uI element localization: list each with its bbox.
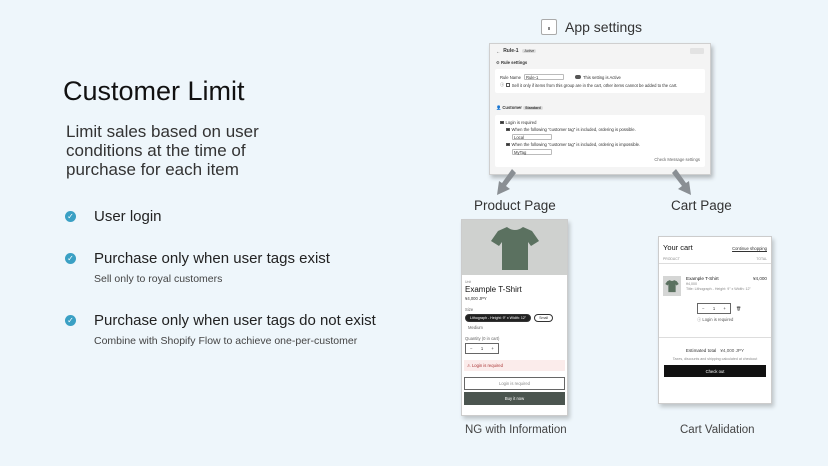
product-page-preview: Unit Example T-Shirt ¥4,000 JPY Size Lit… <box>461 219 568 416</box>
cart-quantity-stepper[interactable]: − 1 + <box>697 303 731 314</box>
cart-title: Your cart <box>663 243 693 252</box>
feature-label: Purchase only when user tags do not exis… <box>94 312 376 329</box>
warning-icon: ⚠ <box>467 363 471 368</box>
app-settings-label: App settings <box>565 19 643 35</box>
estimated-value: ¥4,000 JPY <box>720 348 745 353</box>
item-name[interactable]: Example T-Shirt <box>686 276 753 281</box>
tag-possible-checkbox[interactable] <box>506 127 510 132</box>
customer-badge: Standard <box>523 106 543 110</box>
sell-checkbox[interactable] <box>506 83 510 87</box>
tshirt-icon <box>665 280 679 293</box>
sell-text: Sell it only if items from this group ar… <box>511 82 678 88</box>
gear-icon: ⚙ <box>496 60 500 65</box>
tax-note: Taxes, discounts and shipping calculated… <box>672 357 758 361</box>
item-unit-price: ¥4,000 <box>686 282 697 286</box>
cart-item: Example T-Shirt ¥4,000 Title: Lithograph… <box>659 264 771 299</box>
minus-icon[interactable]: − <box>470 346 472 351</box>
info-icon: ⓘ <box>697 317 702 322</box>
feature-sub: Sell only to royal customers <box>94 273 223 285</box>
feature-user-login: ✓ User login <box>65 208 162 225</box>
check-circle-icon: ✓ <box>65 253 76 264</box>
quantity-stepper[interactable]: − 1 + <box>465 343 499 354</box>
plus-icon[interactable]: + <box>491 346 493 351</box>
feature-tags-not-exist: ✓ Purchase only when user tags do not exi… <box>65 312 376 347</box>
product-bottom-caption: NG with Information <box>465 424 567 436</box>
product-title: Example T-Shirt <box>465 285 522 294</box>
option-medium[interactable]: Medium <box>468 325 564 330</box>
arrow-to-product-icon <box>497 169 516 195</box>
tag-impossible-checkbox[interactable] <box>506 142 510 147</box>
page-subtitle: Limit sales based on user conditions at … <box>66 122 259 179</box>
rule-settings-card: Rule Name Rule-1 This setting is Active … <box>495 69 705 93</box>
tag-impossible-text: When the following "customer tag" is inc… <box>511 142 641 147</box>
arrow-to-cart-icon <box>672 169 691 195</box>
product-page-caption: Product Page <box>474 198 556 213</box>
person-icon: 👤 <box>496 105 502 110</box>
customer-card: Login is required When the following "cu… <box>495 115 705 167</box>
product-image <box>462 220 567 275</box>
feature-label: Purchase only when user tags exist <box>94 250 330 267</box>
cart-page-preview: Your cart Continue shopping PRODUCT TOTA… <box>658 236 772 404</box>
feature-tags-exist: ✓ Purchase only when user tags exist Sell… <box>65 250 330 285</box>
error-text: Login is required <box>471 363 503 368</box>
cart-login-text: Login is required <box>702 317 734 322</box>
col-total: TOTAL <box>756 257 767 261</box>
status-badge: Active <box>522 49 537 53</box>
login-required-text: Login is required <box>505 120 537 125</box>
app-settings-header: App settings <box>541 19 642 35</box>
cart-bottom-caption: Cart Validation <box>680 424 755 436</box>
login-checkbox[interactable] <box>500 120 504 125</box>
active-text: This setting is Active <box>582 74 621 80</box>
cart-quantity-value: 1 <box>712 306 716 311</box>
feature-sub: Combine with Shopify Flow to achieve one… <box>94 335 358 347</box>
tag-possible-text: When the following "customer tag" is inc… <box>511 127 636 132</box>
option-label: Size <box>465 307 474 312</box>
rule-title: Rule-1 <box>503 48 519 54</box>
rule-settings-header: Rule settings <box>500 60 528 65</box>
tag-possible-input[interactable]: Local <box>512 134 552 140</box>
error-message: ⚠ Login is required <box>464 360 565 371</box>
login-required-button[interactable]: Login is required <box>464 377 565 390</box>
col-product: PRODUCT <box>663 257 680 261</box>
buy-now-button[interactable]: Buy it now <box>464 392 565 405</box>
cart-thumb <box>663 276 681 296</box>
trash-icon[interactable]: 🗑 <box>736 306 741 312</box>
continue-shopping-link[interactable]: Continue shopping <box>732 246 767 251</box>
estimated-label: Estimated total <box>685 348 717 353</box>
customer-header: Customer <box>502 105 522 110</box>
checkout-button[interactable]: Check out <box>664 365 766 377</box>
quantity-value: 1 <box>480 346 484 351</box>
feature-label: User login <box>94 208 162 225</box>
check-circle-icon: ✓ <box>65 211 76 222</box>
app-settings-panel: ← Rule-1 Active ⚙ Rule settings Rule Nam… <box>489 43 711 175</box>
save-button[interactable] <box>690 48 704 54</box>
rule-name-input[interactable]: Rule-1 <box>523 74 564 80</box>
option-selected[interactable]: Lithograph - Height: 9" x Width: 12" <box>465 314 532 322</box>
active-toggle[interactable] <box>574 75 581 79</box>
app-icon <box>541 19 557 35</box>
page-title: Customer Limit <box>63 76 245 106</box>
product-vendor: Unit <box>465 280 472 284</box>
quantity-label: Quantity (0 in cart) <box>465 336 500 341</box>
item-variant: Title: Lithograph - Height: 9" x Width: … <box>686 287 751 291</box>
check-circle-icon: ✓ <box>65 315 76 326</box>
back-arrow-icon[interactable]: ← <box>496 49 500 54</box>
info-icon: ⓘ <box>500 82 505 87</box>
cart-login-note: ⓘ Login is required <box>697 317 771 323</box>
product-price: ¥4,000 JPY <box>465 296 487 301</box>
rule-name-label: Rule Name <box>500 74 521 80</box>
cart-page-caption: Cart Page <box>671 198 732 213</box>
option-small[interactable]: Small <box>534 314 554 322</box>
item-total: ¥4,000 <box>752 276 767 281</box>
minus-icon[interactable]: − <box>702 306 704 311</box>
check-message-link[interactable]: Check Message settings <box>654 157 700 162</box>
plus-icon[interactable]: + <box>723 306 725 311</box>
tag-impossible-input[interactable]: MyTag <box>512 149 552 155</box>
tshirt-icon <box>490 226 539 270</box>
